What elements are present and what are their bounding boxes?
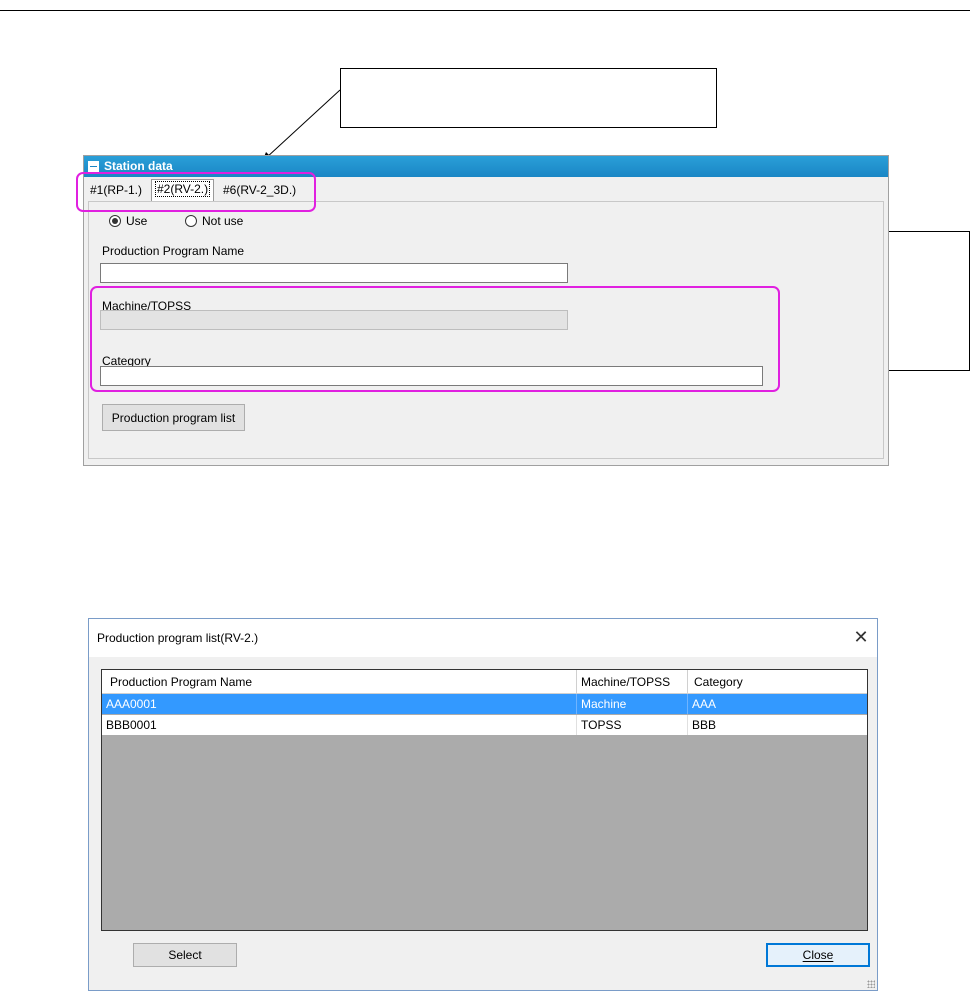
cell-name: BBB0001 xyxy=(102,715,577,735)
cell-category: AAA xyxy=(692,697,717,711)
column-header-category[interactable]: Category xyxy=(688,670,867,693)
collapse-icon[interactable] xyxy=(88,161,99,172)
not-use-radio[interactable] xyxy=(185,215,197,227)
program-list-grid: Production Program Name Machine/TOPSS Ca… xyxy=(101,669,868,931)
fields-highlight xyxy=(90,286,780,392)
cell-category: BBB xyxy=(692,718,717,732)
use-radio-label: Use xyxy=(126,214,148,228)
cell-machine-topss: TOPSS xyxy=(577,715,688,735)
dialog-titlebar: Production program list(RV-2.) ✕ xyxy=(89,619,877,657)
panel-title: Station data xyxy=(104,159,173,173)
close-button-label: Close xyxy=(802,948,834,962)
cell-machine-topss: Machine xyxy=(577,694,688,714)
production-program-list-dialog: Production program list(RV-2.) ✕ Product… xyxy=(88,618,878,991)
column-header-machine-topss[interactable]: Machine/TOPSS xyxy=(577,670,688,693)
tabs-highlight xyxy=(76,172,316,212)
production-program-name-label: Production Program Name xyxy=(102,244,245,258)
close-icon[interactable]: ✕ xyxy=(851,627,871,647)
select-button[interactable]: Select xyxy=(133,943,237,967)
resize-grip[interactable] xyxy=(867,980,875,988)
table-row[interactable]: AAA0001 Machine AAA xyxy=(102,694,867,714)
table-row[interactable]: BBB0001 TOPSS BBB xyxy=(102,715,867,735)
production-program-name-field[interactable] xyxy=(100,263,568,283)
column-header-name[interactable]: Production Program Name xyxy=(102,670,577,693)
grid-header: Production Program Name Machine/TOPSS Ca… xyxy=(102,670,867,694)
close-button[interactable]: Close xyxy=(766,943,870,967)
production-program-list-button[interactable]: Production program list xyxy=(102,404,245,431)
cell-name: AAA0001 xyxy=(102,694,577,714)
use-radio[interactable] xyxy=(109,215,121,227)
dialog-title: Production program list(RV-2.) xyxy=(97,631,259,645)
not-use-radio-label: Not use xyxy=(202,214,244,228)
